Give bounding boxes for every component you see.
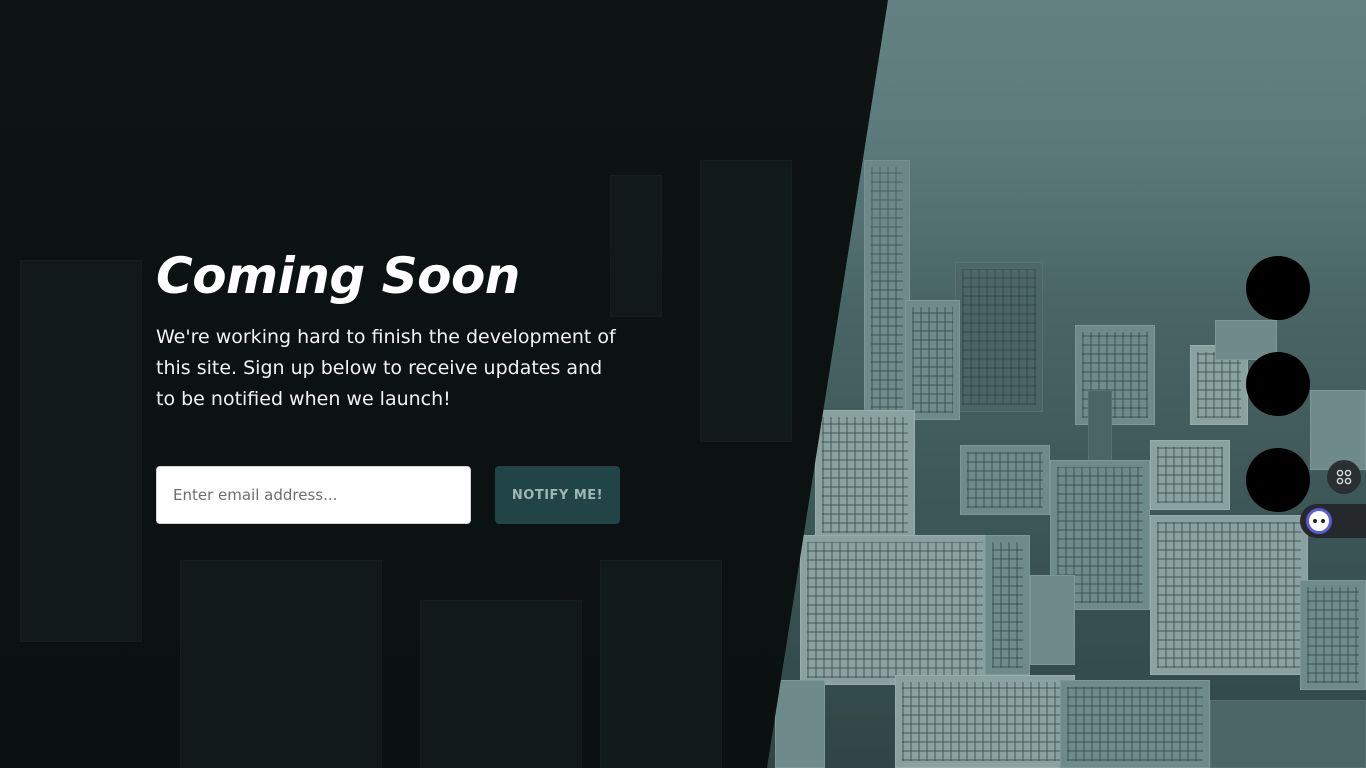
social-link-2[interactable]	[1246, 352, 1310, 416]
grid-icon[interactable]	[1327, 460, 1361, 494]
assistant-widget[interactable]	[1300, 504, 1366, 538]
hero-content: Coming Soon We're working hard to finish…	[156, 240, 626, 415]
page-title: Coming Soon	[156, 247, 520, 305]
email-input[interactable]	[156, 466, 471, 524]
chatbot-icon	[1306, 508, 1332, 534]
coming-soon-page: Coming Soon We're working hard to finish…	[0, 0, 1366, 768]
social-link-3[interactable]	[1246, 448, 1310, 512]
notify-button[interactable]: NOTIFY ME!	[495, 466, 620, 524]
page-description: We're working hard to finish the develop…	[156, 326, 616, 410]
social-link-1[interactable]	[1246, 256, 1310, 320]
grid-icon-svg	[1336, 469, 1352, 485]
social-links	[1246, 256, 1310, 512]
signup-form: NOTIFY ME!	[156, 466, 620, 524]
